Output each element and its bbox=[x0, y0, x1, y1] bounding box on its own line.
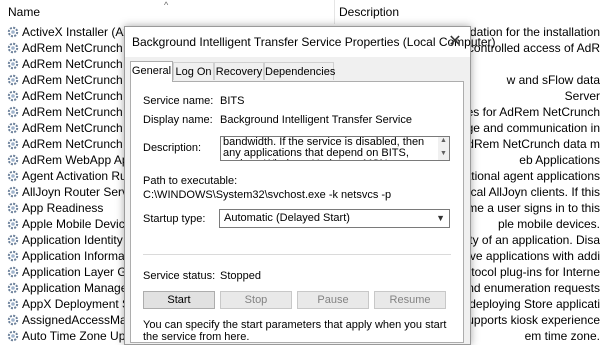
divider bbox=[143, 254, 451, 255]
stop-button[interactable]: Stop bbox=[220, 291, 292, 309]
service-description-text: em time zone. bbox=[524, 329, 600, 343]
service-description-text: d AdRem NetCrunch data m bbox=[449, 137, 600, 151]
tab-log-on[interactable]: Log On bbox=[173, 62, 214, 80]
description-scrollbar[interactable]: ▲ ▼ bbox=[438, 137, 449, 160]
pause-button[interactable]: Pause bbox=[297, 291, 369, 309]
start-parameters-note: You can specify the start parameters tha… bbox=[143, 319, 447, 343]
service-status-value: Stopped bbox=[220, 270, 261, 282]
dialog-titlebar[interactable]: Background Intelligent Transfer Service … bbox=[125, 27, 496, 57]
tab-general[interactable]: General bbox=[130, 61, 173, 82]
description-textbox[interactable]: bandwidth. If the service is disabled, t… bbox=[220, 136, 450, 161]
display-name-label: Display name: bbox=[143, 114, 213, 126]
start-button[interactable]: Start bbox=[143, 291, 215, 309]
scroll-up-icon[interactable]: ▲ bbox=[440, 137, 447, 144]
general-panel: Service name: BITS Display name: Backgro… bbox=[130, 81, 464, 343]
startup-type-label: Startup type: bbox=[143, 213, 206, 225]
sort-ascending-icon: ^ bbox=[164, 0, 169, 10]
display-name-value: Background Intelligent Transfer Service bbox=[220, 114, 412, 126]
chevron-down-icon: ▼ bbox=[436, 213, 445, 223]
tab-dependencies[interactable]: Dependencies bbox=[264, 62, 335, 80]
close-icon[interactable]: ✕ bbox=[440, 27, 470, 57]
column-header-name[interactable]: Name bbox=[8, 0, 40, 24]
service-description-text: w and sFlow data bbox=[506, 73, 600, 87]
properties-dialog: Background Intelligent Transfer Service … bbox=[124, 26, 496, 345]
service-description-text: eb Applications bbox=[519, 153, 600, 167]
startup-type-select[interactable]: Automatic (Delayed Start) ▼ bbox=[219, 209, 450, 228]
description-text: bandwidth. If the service is disabled, t… bbox=[223, 136, 425, 160]
tab-recovery[interactable]: Recovery bbox=[214, 62, 264, 80]
path-label: Path to executable: bbox=[143, 175, 238, 187]
service-name-value: BITS bbox=[220, 95, 245, 107]
column-divider[interactable] bbox=[334, 0, 335, 24]
description-label: Description: bbox=[143, 142, 202, 154]
service-description-text: Server bbox=[564, 89, 600, 103]
service-name-label: Service name: bbox=[143, 95, 214, 107]
service-status-label: Service status: bbox=[143, 270, 216, 282]
service-description-text: ple mobile devices. bbox=[497, 217, 600, 231]
column-header-description[interactable]: Description bbox=[339, 0, 399, 24]
resume-button[interactable]: Resume bbox=[374, 291, 446, 309]
startup-type-value: Automatic (Delayed Start) bbox=[224, 212, 350, 224]
path-value: C:\WINDOWS\System32\svchost.exe -k netsv… bbox=[143, 189, 392, 201]
service-description-text: es for AdRem NetCrunch bbox=[466, 105, 600, 119]
scroll-down-icon[interactable]: ▼ bbox=[440, 150, 447, 157]
